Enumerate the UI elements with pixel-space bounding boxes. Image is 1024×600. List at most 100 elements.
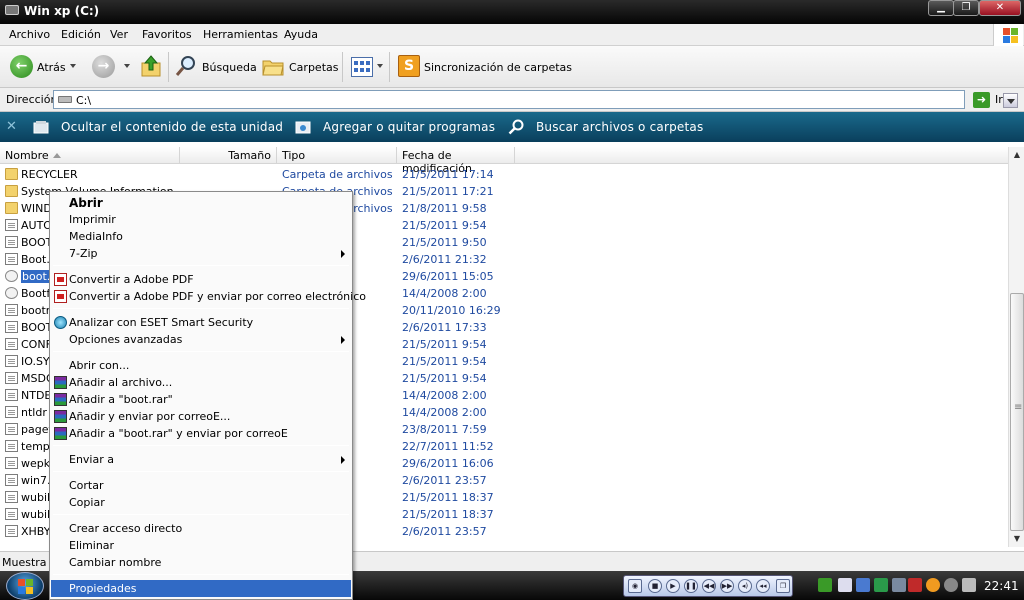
drive-icon <box>33 121 49 134</box>
context-menu-item[interactable]: 7-Zip <box>51 245 351 262</box>
menu-archivo[interactable]: Archivo <box>9 28 50 41</box>
file-name[interactable]: BOOT <box>21 236 52 249</box>
media-player-toolbar[interactable]: ◉ ■ ▶ ❚❚ ◀◀ ▶▶ ◂) ◂◂ ❐ <box>623 575 793 597</box>
scrollbar-thumb[interactable] <box>1010 293 1024 531</box>
views-icon[interactable] <box>351 57 373 77</box>
search-files-link[interactable]: Buscar archivos o carpetas <box>536 120 703 134</box>
context-menu-item[interactable]: Abrir <box>51 194 351 211</box>
folders-button-label[interactable]: Carpetas <box>289 61 338 74</box>
file-date: 22/7/2011 11:52 <box>402 440 494 453</box>
address-dropdown-icon[interactable] <box>1003 93 1018 108</box>
file-name[interactable]: Bootf <box>21 287 50 300</box>
display-tray-icon[interactable] <box>892 578 906 592</box>
network-tray-icon[interactable] <box>818 578 832 592</box>
address-value[interactable]: C:\ <box>76 94 91 107</box>
forward-arrow-icon[interactable]: → <box>92 55 115 78</box>
add-remove-programs-link[interactable]: Agregar o quitar programas <box>323 120 495 134</box>
file-name[interactable]: IO.SY <box>21 355 50 368</box>
scroll-up-icon[interactable]: ▲ <box>1009 147 1024 163</box>
context-menu-item[interactable]: Crear acceso directo <box>51 520 351 537</box>
context-menu-item[interactable]: Enviar a <box>51 451 351 468</box>
context-menu-item[interactable]: Analizar con ESET Smart Security <box>51 314 351 331</box>
hide-drive-contents-link[interactable]: Ocultar el contenido de esta unidad <box>61 120 283 134</box>
menu-favoritos[interactable]: Favoritos <box>142 28 192 41</box>
update-tray-icon[interactable] <box>926 578 940 592</box>
file-name[interactable]: NTDE <box>21 389 51 402</box>
sync-folders-icon[interactable]: S <box>398 55 420 77</box>
media-next-icon[interactable]: ▶▶ <box>720 579 734 593</box>
menu-ayuda[interactable]: Ayuda <box>284 28 318 41</box>
winrar-icon <box>54 410 67 423</box>
connection-tray-icon[interactable] <box>838 578 852 592</box>
file-name[interactable]: CONF <box>21 338 52 351</box>
title-bar[interactable]: Win xp (C:) ▁ ❐ ✕ <box>0 0 1024 24</box>
go-arrow-icon[interactable]: ➜ <box>973 92 990 108</box>
context-menu-item[interactable]: Añadir y enviar por correoE... <box>51 408 351 425</box>
maximize-button[interactable]: ❐ <box>953 0 979 16</box>
views-dropdown-icon[interactable] <box>377 64 383 68</box>
folders-icon[interactable] <box>262 58 284 76</box>
folder-up-icon[interactable] <box>141 55 161 77</box>
back-arrow-icon[interactable]: ← <box>10 55 33 78</box>
address-input[interactable]: C:\ <box>53 90 1018 109</box>
back-history-dropdown-icon[interactable] <box>70 64 76 68</box>
forward-history-dropdown-icon[interactable] <box>124 64 130 68</box>
context-menu-item[interactable]: Propiedades <box>51 580 351 597</box>
media-volume-icon[interactable]: ◂◂ <box>756 579 770 593</box>
monitor-tray-icon[interactable] <box>856 578 870 592</box>
column-modified[interactable]: Fecha de modificación <box>397 147 515 175</box>
file-name[interactable]: AUTO <box>21 219 52 232</box>
menu-bar: Archivo Edición Ver Favoritos Herramient… <box>0 24 1024 46</box>
context-menu-item[interactable]: Opciones avanzadas <box>51 331 351 348</box>
file-row[interactable]: RECYCLER Carpeta de archivos 21/5/2011 17:… <box>0 166 1008 183</box>
menu-herramientas[interactable]: Herramientas <box>203 28 278 41</box>
context-menu-item[interactable]: Copiar <box>51 494 351 511</box>
file-name[interactable]: ntldr <box>21 406 47 419</box>
context-menu-item[interactable]: Abrir con... <box>51 357 351 374</box>
scroll-down-icon[interactable]: ▼ <box>1009 531 1024 547</box>
media-restore-icon[interactable]: ❐ <box>776 579 790 593</box>
shield-tray-icon[interactable] <box>908 578 922 592</box>
context-menu-item[interactable]: Añadir a "boot.rar" <box>51 391 351 408</box>
go-button-label[interactable]: Ir <box>995 93 1003 106</box>
safely-remove-tray-icon[interactable] <box>874 578 888 592</box>
back-button-label[interactable]: Atrás <box>37 61 66 74</box>
media-pause-icon[interactable]: ❚❚ <box>684 579 698 593</box>
context-menu-item[interactable]: Imprimir <box>51 211 351 228</box>
menu-separator <box>53 445 349 446</box>
menu-edicion[interactable]: Edición <box>61 28 101 41</box>
file-date: 2/6/2011 23:57 <box>402 525 487 538</box>
context-menu-item[interactable]: Añadir al archivo... <box>51 374 351 391</box>
file-name[interactable]: win7. <box>21 474 51 487</box>
file-name[interactable]: pagef <box>21 423 52 436</box>
search-tray-icon[interactable] <box>944 578 958 592</box>
media-mute-icon[interactable]: ◂) <box>738 579 752 593</box>
context-menu-item[interactable]: Cambiar nombre <box>51 554 351 571</box>
column-type[interactable]: Tipo <box>277 147 397 164</box>
context-menu-item[interactable]: Convertir a Adobe PDF y enviar por corre… <box>51 288 366 305</box>
file-name[interactable]: RECYCLER <box>21 168 78 181</box>
context-menu-item[interactable]: Convertir a Adobe PDF <box>51 271 351 288</box>
file-icon <box>5 389 18 401</box>
start-button[interactable] <box>6 572 44 600</box>
search-icon[interactable] <box>175 55 197 77</box>
media-previous-icon[interactable]: ◀◀ <box>702 579 716 593</box>
column-name[interactable]: Nombre <box>0 147 180 164</box>
column-size[interactable]: Tamaño <box>180 147 277 164</box>
menu-ver[interactable]: Ver <box>110 28 128 41</box>
close-strip-icon[interactable]: ✕ <box>6 119 17 134</box>
vertical-scrollbar[interactable]: ▲ ▼ <box>1008 147 1024 547</box>
file-name[interactable]: BOOT <box>21 321 52 334</box>
close-button[interactable]: ✕ <box>979 0 1021 16</box>
minimize-button[interactable]: ▁ <box>928 0 954 16</box>
context-menu-item[interactable]: Añadir a "boot.rar" y enviar por correoE <box>51 425 351 442</box>
volume-tray-icon[interactable] <box>962 578 976 592</box>
context-menu-item[interactable]: Eliminar <box>51 537 351 554</box>
media-play-icon[interactable]: ▶ <box>666 579 680 593</box>
context-menu-item[interactable]: Cortar <box>51 477 351 494</box>
context-menu-item[interactable]: MediaInfo <box>51 228 351 245</box>
system-clock[interactable]: 22:41 <box>984 579 1019 593</box>
search-button-label[interactable]: Búsqueda <box>202 61 257 74</box>
sync-button-label[interactable]: Sincronización de carpetas <box>424 61 572 74</box>
media-stop-icon[interactable]: ■ <box>648 579 662 593</box>
